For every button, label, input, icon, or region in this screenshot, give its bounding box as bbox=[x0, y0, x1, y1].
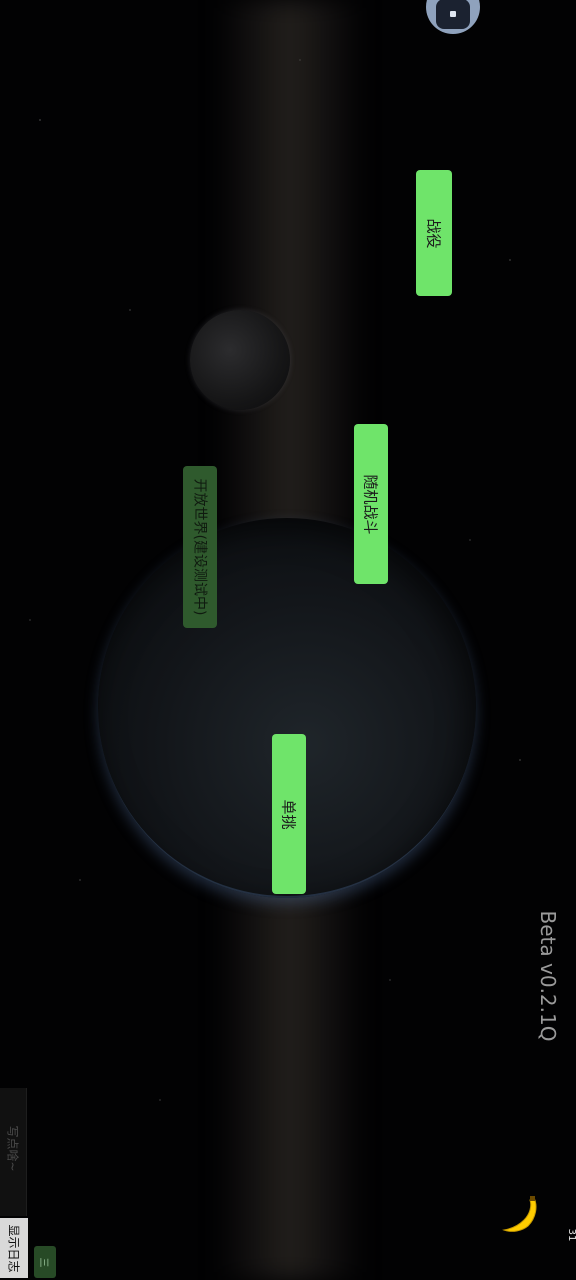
chat-input[interactable]: 写点啥~ bbox=[4, 1088, 22, 1208]
duel-button[interactable]: 单挑 bbox=[272, 734, 306, 894]
duel-button-label: 单挑 bbox=[279, 798, 298, 830]
log-toggle-button[interactable]: 三 bbox=[34, 1246, 56, 1278]
show-log-button[interactable]: 显示日志 bbox=[0, 1218, 28, 1278]
campaign-button-label: 战役 bbox=[424, 217, 443, 249]
random-battle-button-label: 随机战斗 bbox=[361, 473, 380, 535]
status-bar-number: 31 bbox=[566, 1228, 576, 1242]
version-label-container: Beta v0.2.1Q bbox=[534, 911, 562, 1042]
random-battle-button[interactable]: 随机战斗 bbox=[354, 424, 388, 584]
open-world-button-label: 开放世界(建设测试中) bbox=[191, 478, 207, 616]
show-log-label: 显示日志 bbox=[6, 1223, 21, 1273]
campaign-button[interactable]: 战役 bbox=[416, 170, 452, 296]
log-toggle-label: 三 bbox=[37, 1257, 49, 1267]
moon-image bbox=[190, 310, 290, 410]
open-world-button[interactable]: 开放世界(建设测试中) bbox=[183, 466, 217, 628]
chat-input-panel: 写点啥~ bbox=[0, 1088, 27, 1216]
chat-input-placeholder: 写点啥~ bbox=[5, 1124, 20, 1172]
version-label: Beta v0.2.1Q bbox=[536, 910, 560, 1042]
game-main-menu: 战役 随机战斗 开放世界(建设测试中) 单挑 Beta v0.2.1Q 31 写… bbox=[0, 0, 576, 1280]
avatar-face bbox=[436, 0, 470, 29]
banana-icon[interactable] bbox=[500, 1196, 540, 1234]
